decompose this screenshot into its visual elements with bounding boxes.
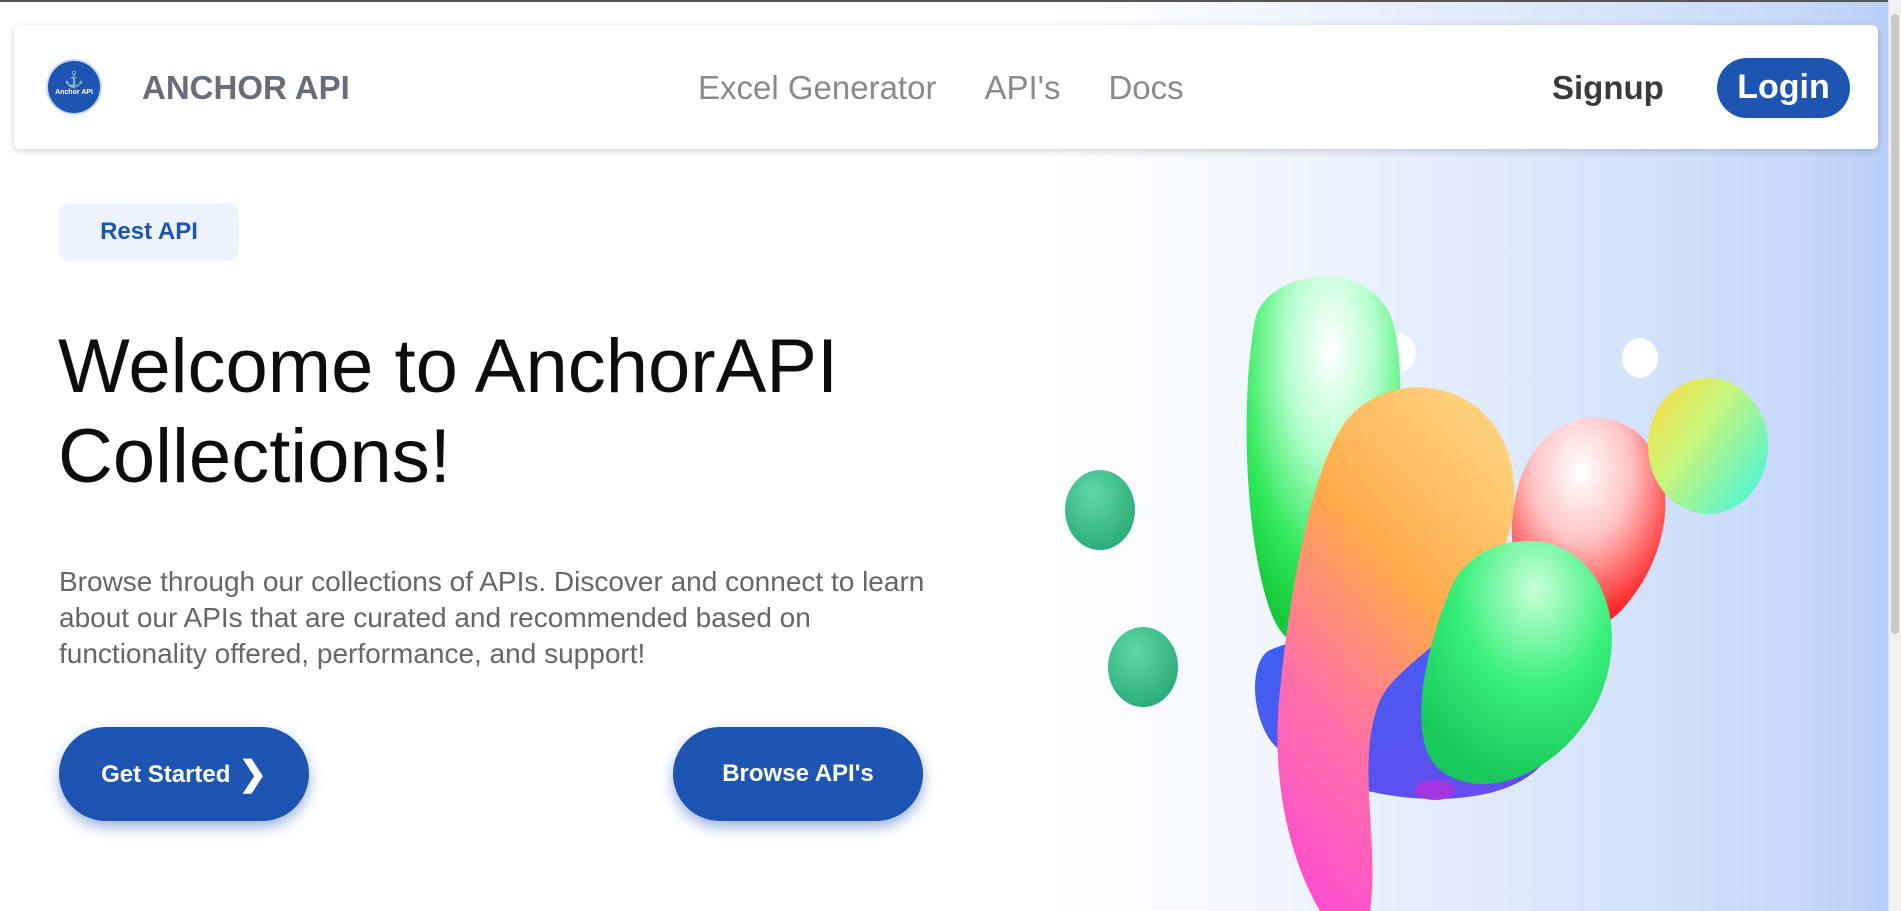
get-started-button[interactable]: Get Started ❯: [59, 727, 309, 821]
logo-text: Anchor API: [55, 89, 93, 96]
login-button[interactable]: Login: [1717, 58, 1850, 118]
decor-ball: [1622, 338, 1658, 378]
window-top-border: [0, 0, 1901, 2]
nav-links: Excel Generator API's Docs: [698, 68, 1184, 108]
hero-description: Browse through our collections of APIs. …: [59, 566, 925, 669]
decor-ball: [1065, 470, 1135, 550]
hero-illustration: [1065, 276, 1768, 911]
decor-ball: [1108, 627, 1178, 707]
rest-api-badge: Rest API: [59, 203, 239, 261]
decor-ball: [1415, 780, 1455, 800]
vertical-scrollbar[interactable]: [1888, 0, 1901, 911]
logo[interactable]: ⚓ Anchor API: [46, 59, 102, 115]
brand-name[interactable]: ANCHOR API: [142, 69, 350, 107]
nav-link-docs[interactable]: Docs: [1108, 68, 1183, 108]
decor-ball: [1648, 378, 1768, 514]
signup-link[interactable]: Signup: [1552, 68, 1664, 108]
chevron-right-icon: ❯: [238, 755, 267, 793]
scrollbar-thumb[interactable]: [1891, 14, 1899, 634]
get-started-label: Get Started: [101, 761, 231, 788]
anchor-icon: ⚓: [64, 72, 84, 89]
navbar: ⚓ Anchor API ANCHOR API Excel Generator …: [14, 25, 1878, 149]
nav-link-excel-generator[interactable]: Excel Generator: [698, 68, 936, 108]
hero-title: Welcome to AnchorAPI Collections!: [58, 324, 839, 499]
browse-apis-button[interactable]: Browse API's: [673, 727, 923, 821]
nav-link-apis[interactable]: API's: [984, 68, 1060, 108]
